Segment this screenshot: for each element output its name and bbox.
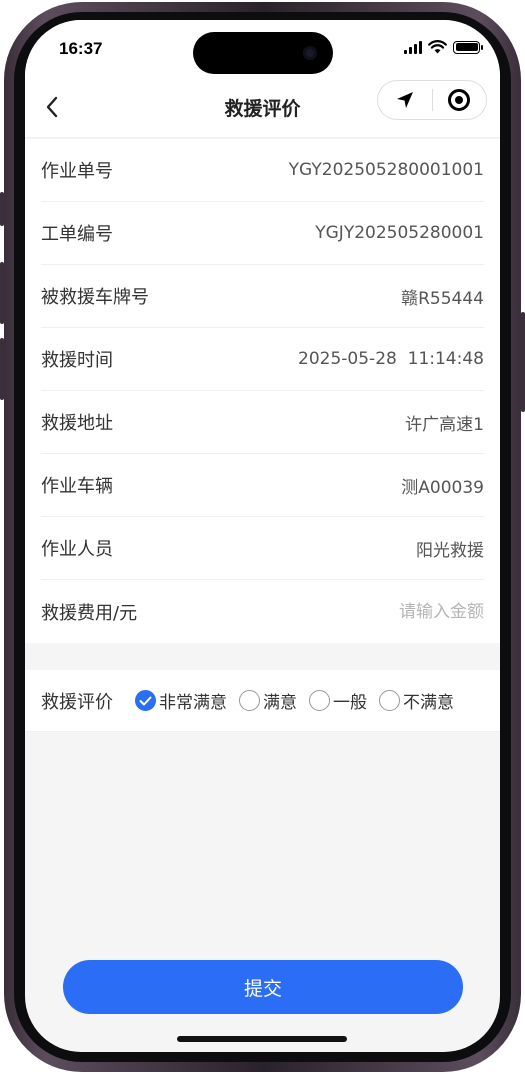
mini-program-capsule (377, 80, 487, 120)
rating-option-label: 不满意 (403, 693, 454, 713)
job-number-value: YGY202505280001001 (288, 160, 484, 180)
status-bar: 16:37 (25, 20, 500, 78)
form-row-work-order: 工单编号 YGJY202505280001 (41, 202, 484, 265)
staff-value: 阳光救援 (416, 540, 484, 561)
home-indicator[interactable] (177, 1036, 347, 1042)
plate-value: 赣R55444 (401, 288, 484, 309)
radio-average[interactable] (309, 690, 330, 711)
form-row-job-number: 作业单号 YGY202505280001001 (41, 139, 484, 202)
job-number-label: 作业单号 (41, 161, 113, 182)
check-icon (139, 696, 152, 705)
form-row-address: 救援地址 许广高速1 (41, 391, 484, 454)
staff-label: 作业人员 (41, 539, 113, 560)
rating-option-label: 一般 (333, 693, 367, 713)
rescue-time-label: 救援时间 (41, 350, 113, 371)
rating-option-label: 非常满意 (159, 693, 227, 713)
dynamic-island (193, 32, 333, 74)
radio-unsatisfied[interactable] (379, 690, 400, 711)
vehicle-label: 作业车辆 (41, 476, 113, 497)
rating-section: 救援评价 非常满意 满意 一般 不满意 (25, 670, 500, 732)
action-button (0, 192, 4, 226)
address-label: 救援地址 (41, 413, 113, 434)
battery-icon (453, 40, 483, 54)
address-value: 许广高速1 (405, 414, 484, 435)
vehicle-value: 测A00039 (401, 477, 484, 498)
fee-input[interactable] (284, 601, 484, 622)
form-row-rescue-time: 救援时间 2025-05-28 11:14:48 (41, 328, 484, 391)
fee-label: 救援费用/元 (41, 602, 138, 624)
status-icons (404, 40, 483, 54)
location-button[interactable] (378, 81, 432, 119)
wifi-icon (428, 40, 447, 54)
rescue-info-form: 作业单号 YGY202505280001001 工单编号 YGJY2025052… (25, 139, 500, 643)
screen: 16:37 救援评价 作业单号 YGY202505280001001 工单编号 … (25, 20, 500, 1052)
radio-satisfied[interactable] (239, 690, 260, 711)
rating-label: 救援评价 (41, 691, 113, 713)
form-row-fee: 救援费用/元 (41, 580, 484, 643)
rating-option-satisfied[interactable]: 满意 (239, 688, 297, 713)
status-time: 16:37 (59, 39, 103, 58)
rescue-time-value: 2025-05-28 11:14:48 (298, 349, 484, 369)
battery-fill (455, 43, 478, 51)
close-miniprogram-button[interactable] (433, 81, 487, 119)
submit-button[interactable]: 提交 (63, 960, 463, 1014)
nav-bar: 救援评价 (25, 78, 500, 138)
volume-down-button (0, 338, 4, 400)
form-row-vehicle: 作业车辆 测A00039 (41, 454, 484, 517)
signal-icon (404, 40, 422, 54)
work-order-label: 工单编号 (41, 224, 113, 245)
rating-option-very-satisfied[interactable]: 非常满意 (135, 688, 227, 713)
location-arrow-icon (396, 92, 413, 108)
work-order-value: YGJY202505280001 (315, 223, 484, 243)
target-icon (448, 89, 471, 111)
radio-very-satisfied[interactable] (135, 690, 156, 711)
camera-icon (303, 46, 317, 60)
power-button (521, 312, 525, 412)
rating-option-unsatisfied[interactable]: 不满意 (379, 688, 454, 713)
form-row-staff: 作业人员 阳光救援 (41, 517, 484, 580)
plate-label: 被救援车牌号 (41, 287, 149, 308)
rating-option-label: 满意 (263, 693, 297, 713)
volume-up-button (0, 262, 4, 324)
rating-option-average[interactable]: 一般 (309, 688, 367, 713)
form-row-plate: 被救援车牌号 赣R55444 (41, 265, 484, 328)
